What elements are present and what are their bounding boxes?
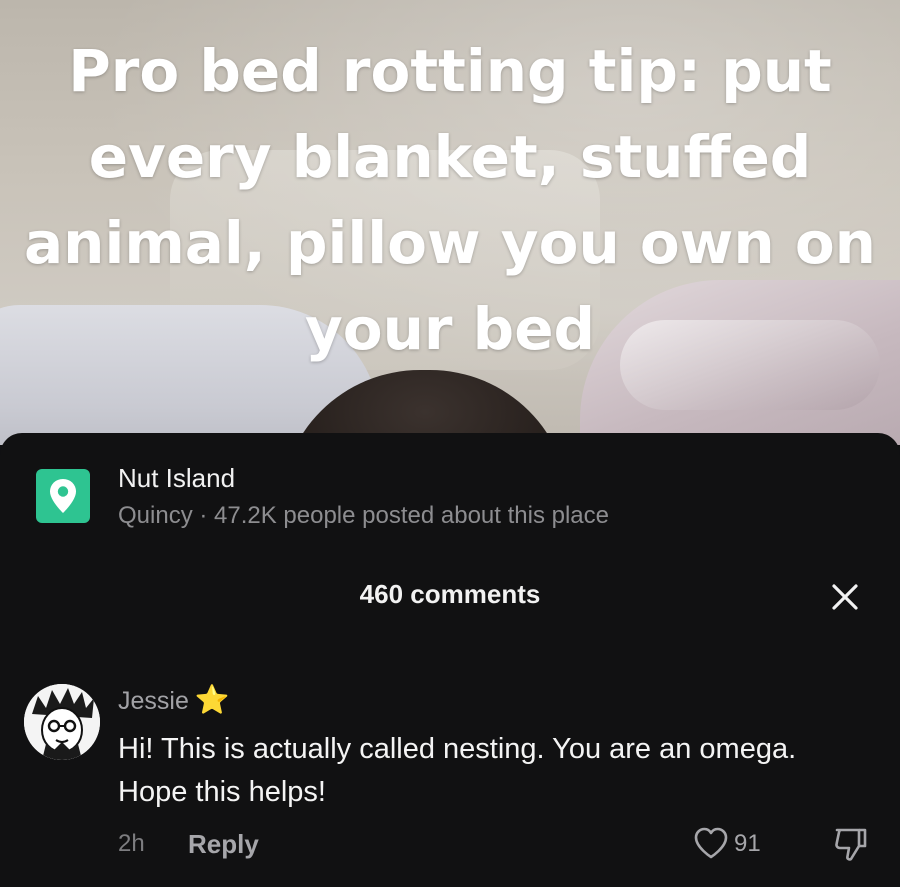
username-text: Jessie	[118, 687, 189, 715]
like-count: 91	[734, 830, 761, 857]
reply-button[interactable]: Reply	[188, 828, 259, 860]
comment-username[interactable]: Jessie ⭐	[118, 684, 230, 717]
place-name: Nut Island	[118, 463, 236, 493]
close-icon	[832, 584, 858, 610]
thumbs-down-icon	[835, 828, 867, 861]
comments-count: 460 comments	[359, 579, 541, 609]
video-caption: Pro bed rotting tip: put every blanket, …	[0, 28, 900, 372]
comment-timestamp: 2h	[118, 830, 145, 857]
dislike-button[interactable]	[830, 824, 870, 864]
place-meta: Quincy · 47.2K people posted about this …	[118, 502, 609, 529]
caption-line: your bed	[304, 295, 596, 363]
heart-icon	[694, 827, 728, 859]
caption-line: every blanket, stuffed	[88, 123, 812, 191]
avatar[interactable]	[24, 684, 100, 760]
star-icon: ⭐	[194, 684, 230, 715]
like-button[interactable]: 91	[692, 824, 782, 864]
caption-line: Pro bed rotting tip: put	[68, 37, 832, 105]
location-pin-icon	[36, 469, 90, 523]
caption-line: animal, pillow you own on	[24, 209, 876, 277]
close-button[interactable]	[826, 578, 864, 616]
comments-sheet: Nut Island Quincy · 47.2K people posted …	[0, 433, 900, 887]
comment-text: Hi! This is actually called nesting. You…	[118, 733, 797, 808]
video-frame[interactable]: Pro bed rotting tip: put every blanket, …	[0, 0, 900, 445]
place-tag[interactable]: Nut Island Quincy · 47.2K people posted …	[36, 463, 856, 533]
comment-item: Jessie ⭐ Hi! This is actually called nest…	[24, 678, 884, 878]
